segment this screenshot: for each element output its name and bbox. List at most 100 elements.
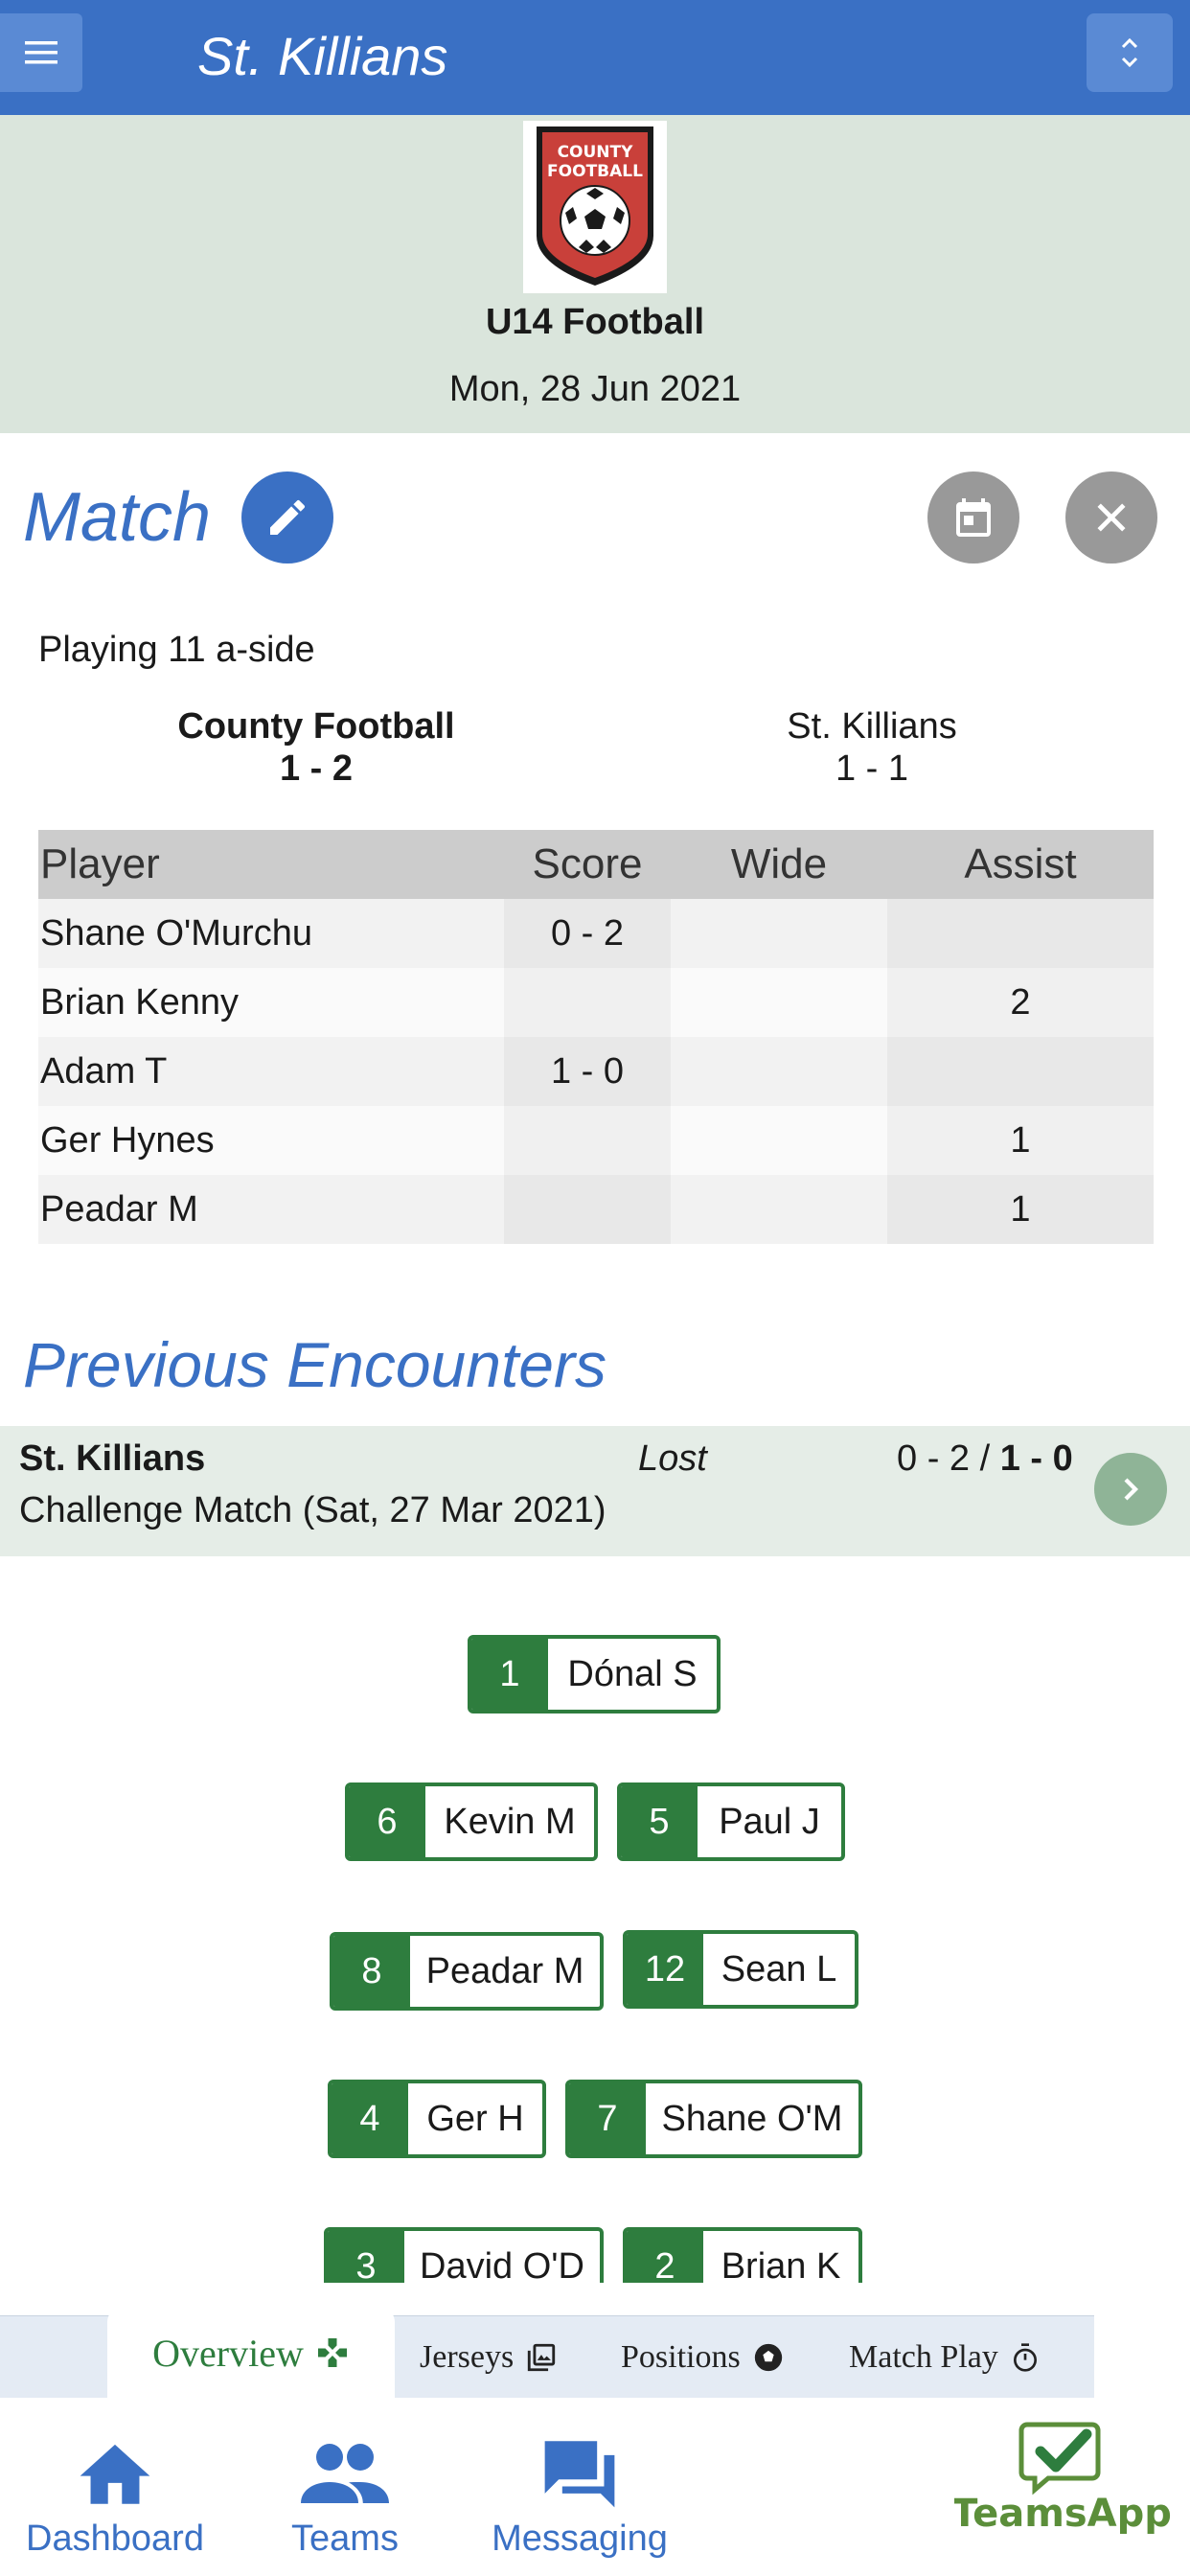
player-score	[504, 1175, 671, 1244]
encounter-result: Lost	[638, 1438, 707, 1479]
calendar-icon	[956, 498, 991, 537]
team-switch-button[interactable]	[1087, 13, 1173, 92]
lineup-player[interactable]: 4 Ger H	[328, 2080, 546, 2158]
chevron-right-icon	[1124, 1478, 1139, 1501]
column-header-player: Player	[38, 830, 504, 899]
tab-overview-label: Overview	[152, 2331, 304, 2375]
lineup-player-name: David O'D	[420, 2245, 584, 2284]
home-team: County Football 1 - 2	[105, 705, 527, 790]
event-title: U14 Football	[485, 302, 705, 342]
player-stats-table: Player Score Wide Assist Shane O'Murchu …	[38, 830, 1154, 1244]
jersey-number: 1	[471, 1639, 548, 1710]
lineup-player-name: Paul J	[719, 1801, 820, 1842]
pencil-icon	[270, 499, 306, 535]
player-wide	[671, 1037, 887, 1106]
jersey-number: 6	[349, 1786, 425, 1857]
crest-text-line2: FOOTBALL	[547, 162, 643, 181]
lineup-player[interactable]: 3 David O'D	[324, 2227, 604, 2283]
app-header: St. Killians	[0, 0, 1190, 115]
close-button[interactable]	[1065, 472, 1157, 564]
event-tabs: Overview Jerseys Positions Match Play	[0, 2307, 1094, 2399]
hamburger-icon	[25, 41, 57, 64]
column-header-wide: Wide	[671, 830, 887, 899]
event-date: Mon, 28 Jun 2021	[448, 369, 742, 409]
close-icon	[1097, 503, 1126, 532]
add-to-calendar-button[interactable]	[927, 472, 1019, 564]
lineup-player-name: Brian K	[721, 2245, 841, 2284]
player-wide	[671, 968, 887, 1037]
lineup-formation: 1 Dónal S 6 Kevin M 5 Paul J 8 Peadar M 12 Se…	[0, 1556, 1190, 2283]
encounter-score-a: 0 - 2 /	[897, 1438, 1000, 1479]
player-score: 0 - 2	[504, 899, 671, 968]
table-row: Shane O'Murchu 0 - 2	[38, 899, 1154, 968]
encounter-score: 0 - 2 / 1 - 0	[897, 1436, 1073, 1482]
jersey-number: 7	[569, 2083, 646, 2154]
lineup-player[interactable]: 5 Paul J	[617, 1782, 845, 1861]
lineup-player-name: Shane O'M	[661, 2098, 843, 2139]
photo-library-icon	[525, 2341, 558, 2374]
column-header-score: Score	[504, 830, 671, 899]
tab-positions-label: Positions	[621, 2339, 741, 2375]
player-assist: 1	[887, 1175, 1154, 1244]
lineup-player-name: Peadar M	[425, 1950, 584, 1991]
lineup-player[interactable]: 6 Kevin M	[345, 1782, 598, 1861]
jersey-number: 5	[621, 1786, 698, 1857]
tab-overview[interactable]: Overview	[107, 2307, 395, 2399]
nav-messaging-label: Messaging	[492, 2518, 668, 2559]
lineup-player-name: Kevin M	[444, 1801, 576, 1842]
player-name: Shane O'Murchu	[38, 899, 504, 968]
home-icon	[80, 2444, 150, 2504]
crest-text-line1: COUNTY	[558, 143, 634, 162]
nav-dashboard[interactable]: Dashboard	[19, 2434, 211, 2560]
lineup-player-name: Sean L	[721, 1948, 837, 1990]
tab-positions[interactable]: Positions	[621, 2316, 785, 2399]
table-row: Peadar M 1	[38, 1175, 1154, 1244]
player-wide	[671, 1106, 887, 1175]
player-name: Ger Hynes	[38, 1106, 504, 1175]
player-wide	[671, 1175, 887, 1244]
lineup-player-name: Ger H	[426, 2098, 524, 2139]
lineup-player[interactable]: 8 Peadar M	[330, 1932, 604, 2011]
menu-button[interactable]	[0, 13, 82, 92]
column-header-assist: Assist	[887, 830, 1154, 899]
away-team-name: St. Killians	[787, 706, 957, 747]
away-team-score: 1 - 1	[835, 748, 909, 789]
home-team-name: County Football	[177, 706, 455, 747]
player-name: Peadar M	[38, 1175, 504, 1244]
encounter-open-button[interactable]	[1094, 1453, 1167, 1526]
nav-dashboard-label: Dashboard	[26, 2518, 204, 2559]
player-assist	[887, 899, 1154, 968]
section-title-match: Match	[23, 479, 212, 556]
jersey-number: 3	[328, 2231, 404, 2283]
nav-messaging[interactable]: Messaging	[479, 2434, 680, 2560]
lineup-player[interactable]: 12 Sean L	[623, 1930, 858, 2009]
chevron-up-down-icon	[1121, 37, 1138, 68]
lineup-player[interactable]: 1 Dónal S	[468, 1635, 721, 1714]
away-team: St. Killians 1 - 1	[661, 705, 1083, 790]
encounter-score-b: 1 - 0	[999, 1438, 1073, 1479]
player-name: Adam T	[38, 1037, 504, 1106]
gamepad-icon	[315, 2335, 350, 2370]
player-assist: 1	[887, 1106, 1154, 1175]
lineup-player[interactable]: 2 Brian K	[623, 2227, 862, 2283]
encounter-description: Challenge Match (Sat, 27 Mar 2021)	[19, 1490, 606, 1530]
nav-teams-label: Teams	[291, 2518, 399, 2559]
home-team-score: 1 - 2	[279, 748, 354, 789]
chat-icon	[544, 2441, 615, 2508]
club-crest: COUNTY FOOTBALL	[523, 121, 667, 293]
lineup-player[interactable]: 7 Shane O'M	[565, 2080, 862, 2158]
teamsapp-logo-text: TeamsApp	[954, 2492, 1172, 2534]
tab-match-play[interactable]: Match Play	[849, 2316, 1041, 2399]
section-title-previous-encounters: Previous Encounters	[23, 1329, 606, 1400]
tab-jerseys[interactable]: Jerseys	[420, 2316, 558, 2399]
table-row: Ger Hynes 1	[38, 1106, 1154, 1175]
tab-jerseys-label: Jerseys	[420, 2339, 515, 2375]
teamsapp-logo: TeamsApp	[951, 2419, 1175, 2536]
edit-match-button[interactable]	[241, 472, 333, 564]
match-format: Playing 11 a-side	[38, 630, 315, 670]
jersey-number: 4	[332, 2083, 408, 2154]
nav-teams[interactable]: Teams	[249, 2434, 441, 2560]
player-score: 1 - 0	[504, 1037, 671, 1106]
lineup-player-name: Dónal S	[567, 1653, 698, 1694]
encounter-opponent: St. Killians	[19, 1438, 206, 1479]
